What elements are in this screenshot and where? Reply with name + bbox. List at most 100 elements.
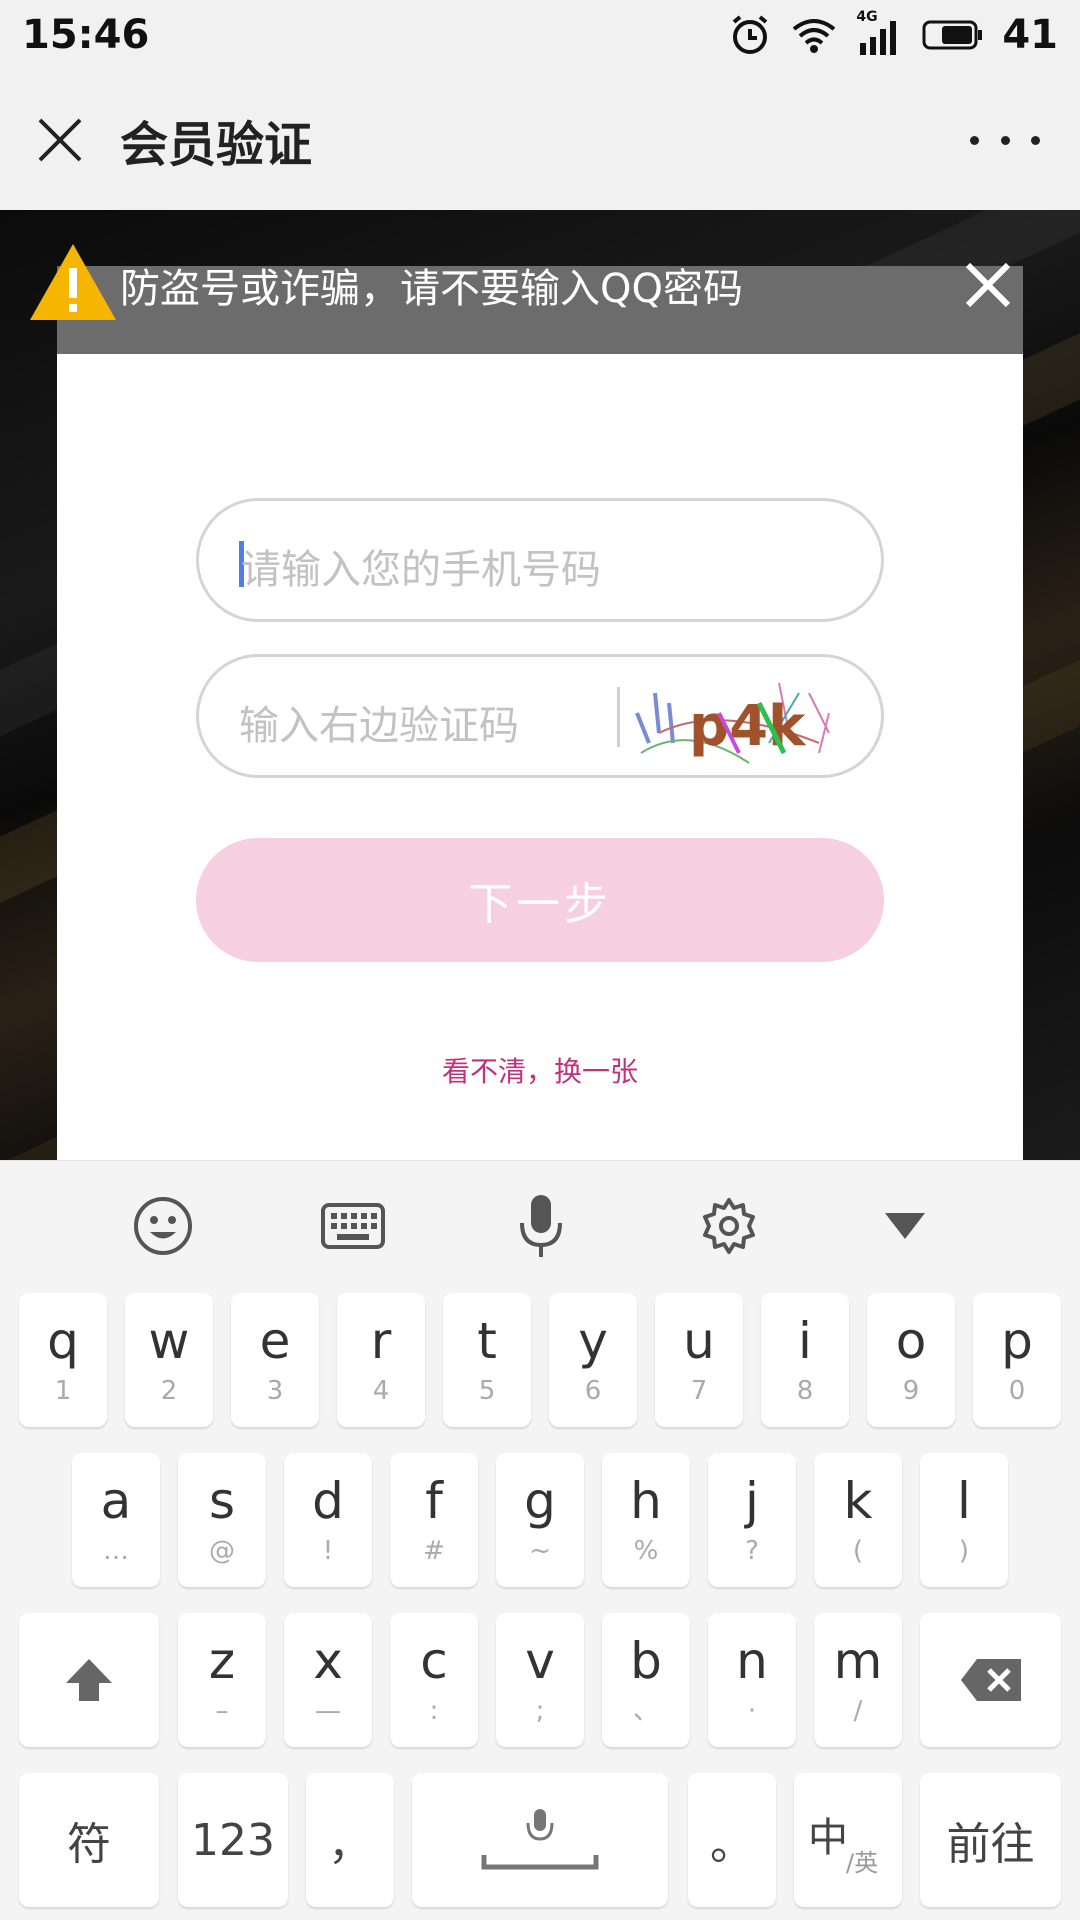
key-z[interactable]: z – <box>178 1613 266 1747</box>
key-b[interactable]: b、 <box>602 1613 690 1747</box>
comma-key[interactable]: ， <box>306 1773 394 1907</box>
key-x[interactable]: x — <box>284 1613 372 1747</box>
key-sublabel: 4 <box>372 1376 390 1406</box>
key-a[interactable]: a… <box>72 1453 160 1587</box>
shift-arrow-icon <box>66 1659 112 1701</box>
captcha-image[interactable]: p4k <box>629 673 839 765</box>
dialog-close-icon[interactable] <box>958 255 1018 315</box>
key-label: ， <box>328 1819 372 1870</box>
more-options-button[interactable] <box>970 110 1040 170</box>
key-u[interactable]: u7 <box>655 1293 743 1427</box>
title-bar: 会员验证 <box>0 70 1080 210</box>
key-label: i <box>798 1312 812 1370</box>
key-c[interactable]: c: <box>390 1613 478 1747</box>
shift-key[interactable] <box>19 1613 159 1747</box>
key-m[interactable]: m / <box>814 1613 902 1747</box>
key-label: k <box>843 1472 873 1530</box>
key-e[interactable]: e3 <box>231 1293 319 1427</box>
refresh-captcha-link[interactable]: 看不清，换一张 <box>0 1050 1080 1090</box>
key-sublabel: ( <box>852 1536 864 1566</box>
key-label: 前往 <box>946 1819 1035 1870</box>
backspace-icon <box>960 1659 1021 1701</box>
key-sublabel: — <box>315 1696 341 1726</box>
key-sublabel: @ <box>209 1536 235 1566</box>
key-label: 123 <box>191 1814 275 1866</box>
close-page-button[interactable] <box>0 70 120 210</box>
key-sublabel: / <box>853 1696 863 1726</box>
space-key[interactable] <box>412 1773 668 1907</box>
keyboard-layout-button[interactable] <box>318 1191 388 1261</box>
emoji-icon <box>134 1197 192 1255</box>
key-label: s <box>208 1472 236 1530</box>
warning-text: 防盗号或诈骗，请不要输入QQ密码 <box>120 266 743 312</box>
key-sublabel: 2 <box>160 1376 178 1406</box>
key-label: u <box>683 1312 715 1370</box>
key-i[interactable]: i8 <box>761 1293 849 1427</box>
status-icons: 4G 41 <box>728 9 1058 58</box>
key-q[interactable]: q1 <box>19 1293 107 1427</box>
period-key[interactable]: 。 <box>688 1773 776 1907</box>
key-label: d <box>312 1472 344 1530</box>
key-sublabel: 、 <box>632 1696 659 1726</box>
key-label: 符 <box>67 1819 111 1870</box>
hide-keyboard-button[interactable] <box>870 1191 940 1261</box>
key-sublabel: – <box>215 1696 229 1726</box>
next-step-button[interactable]: 下一步 <box>196 838 884 962</box>
more-dot-icon <box>1000 135 1010 145</box>
key-s[interactable]: s @ <box>178 1453 266 1587</box>
key-d[interactable]: d! <box>284 1453 372 1587</box>
key-j[interactable]: j? <box>708 1453 796 1587</box>
keyboard-icon <box>321 1203 385 1249</box>
keyboard-toolbar <box>0 1161 1080 1281</box>
go-key[interactable]: 前往 <box>920 1773 1061 1907</box>
number-key[interactable]: 123 <box>178 1773 288 1907</box>
key-sublabel: ~ <box>529 1536 551 1566</box>
key-label: a <box>100 1472 132 1530</box>
key-h[interactable]: h% <box>602 1453 690 1587</box>
more-dot-icon <box>1031 135 1040 145</box>
key-sublabel: 1 <box>54 1376 72 1406</box>
phone-input[interactable]: 请输入您的手机号码 <box>196 498 884 622</box>
key-sublabel: 7 <box>690 1376 708 1406</box>
key-o[interactable]: o9 <box>867 1293 955 1427</box>
settings-button[interactable] <box>694 1191 764 1261</box>
battery-icon <box>922 20 983 50</box>
microphone-icon <box>520 1195 562 1257</box>
key-sublabel: ? <box>745 1536 759 1566</box>
voice-input-button[interactable] <box>506 1191 576 1261</box>
emoji-button[interactable] <box>128 1191 198 1261</box>
key-w[interactable]: w2 <box>125 1293 213 1427</box>
key-r[interactable]: r4 <box>337 1293 425 1427</box>
key-label: v <box>525 1632 555 1690</box>
key-f[interactable]: f # <box>390 1453 478 1587</box>
key-t[interactable]: t5 <box>443 1293 531 1427</box>
key-label: r <box>370 1312 392 1370</box>
key-l[interactable]: l) <box>920 1453 1008 1587</box>
language-switch-key[interactable]: 中 /英 <box>794 1773 902 1907</box>
key-label: m <box>833 1632 883 1690</box>
key-label: w <box>148 1312 190 1370</box>
key-label: 。 <box>710 1819 754 1870</box>
key-sublabel: 3 <box>266 1376 284 1406</box>
key-label: g <box>524 1472 556 1530</box>
key-y[interactable]: y6 <box>549 1293 637 1427</box>
key-g[interactable]: g ~ <box>496 1453 584 1587</box>
key-sublabel: 6 <box>584 1376 602 1406</box>
key-k[interactable]: k( <box>814 1453 902 1587</box>
key-n[interactable]: n · <box>708 1613 796 1747</box>
key-label: e <box>259 1312 291 1370</box>
alarm-icon <box>733 15 768 54</box>
chevron-down-icon <box>885 1213 925 1239</box>
key-label: q <box>47 1312 79 1370</box>
backspace-key[interactable] <box>920 1613 1061 1747</box>
captcha-input[interactable]: 输入右边验证码 p4k <box>196 654 884 778</box>
key-v[interactable]: v; <box>496 1613 584 1747</box>
key-label: b <box>630 1632 662 1690</box>
key-label: p <box>1001 1312 1033 1370</box>
key-label: c <box>420 1632 448 1690</box>
key-p[interactable]: p0 <box>973 1293 1061 1427</box>
status-time: 15:46 <box>22 12 150 58</box>
symbol-key[interactable]: 符 <box>19 1773 159 1907</box>
key-sublabel: ! <box>322 1536 334 1566</box>
page-title: 会员验证 <box>120 117 313 173</box>
